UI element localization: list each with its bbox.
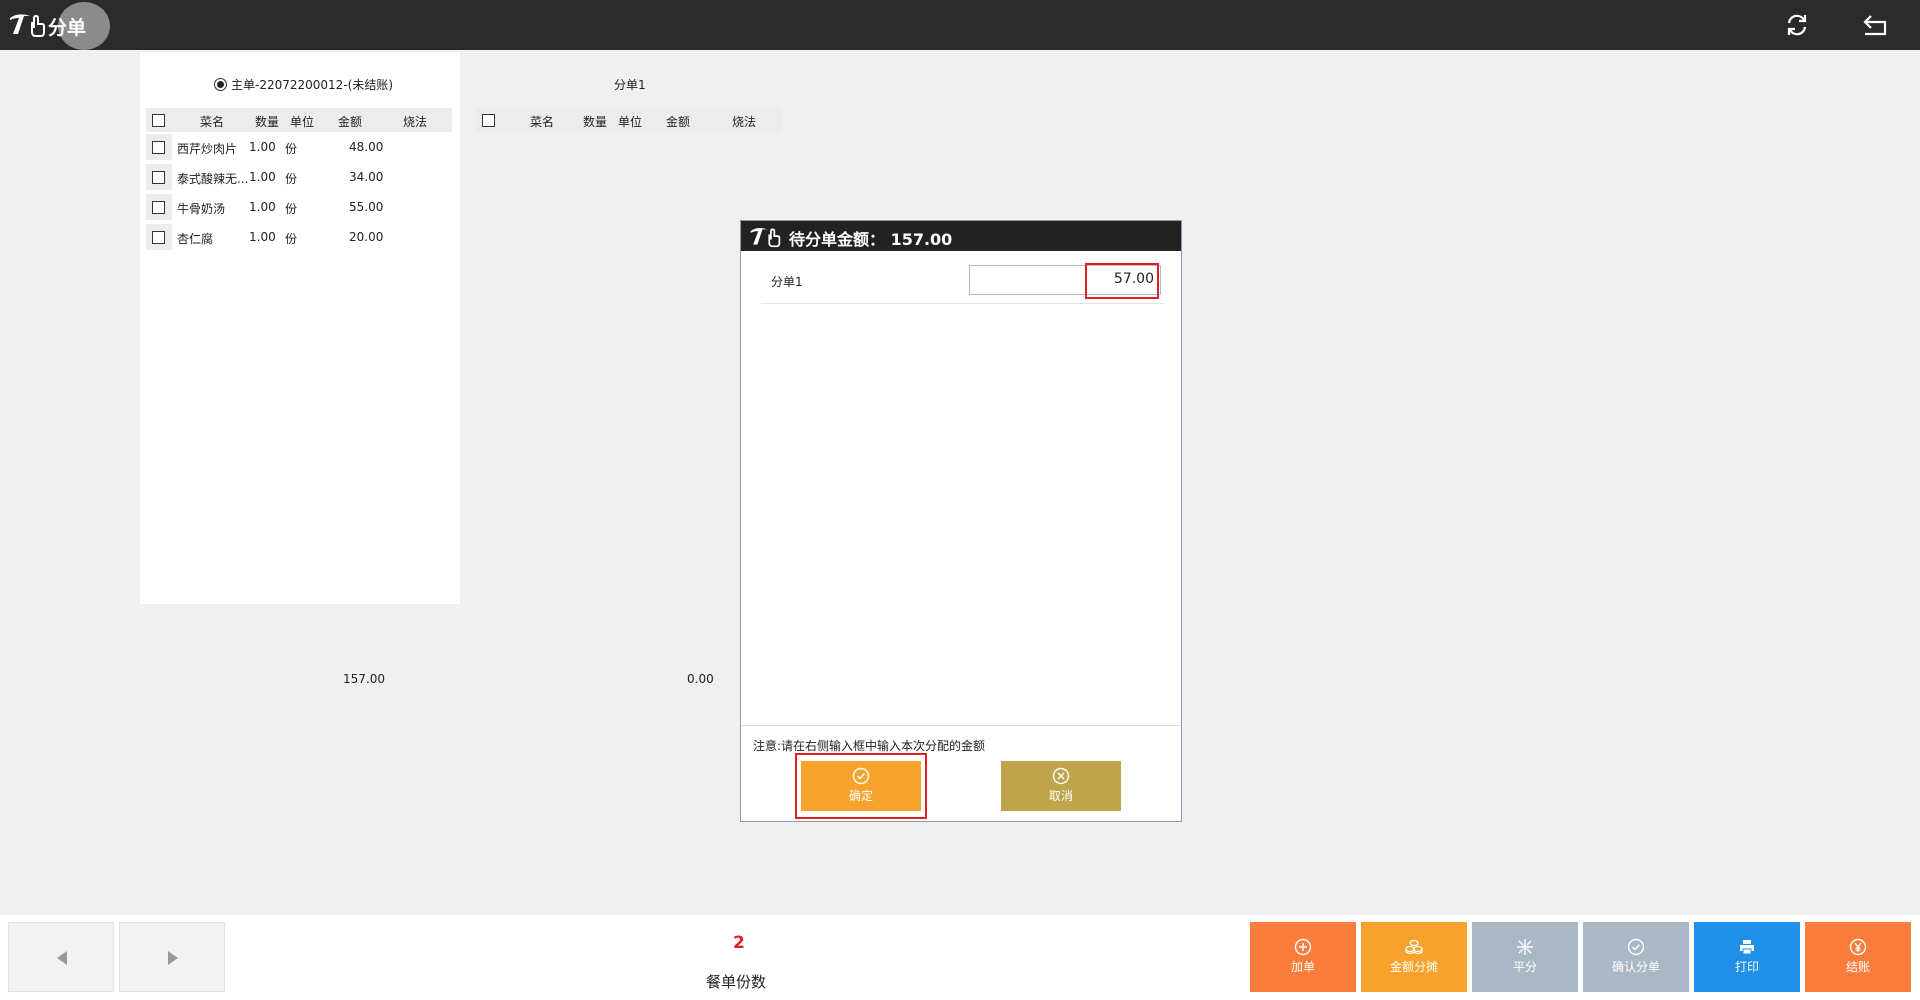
- row-checkbox-cell: [146, 164, 172, 190]
- dish-amount: 34.00: [349, 170, 384, 184]
- col-amount: 金额: [666, 115, 691, 129]
- confirm-split-label: 确认分单: [1611, 960, 1660, 974]
- dish-unit: 份: [285, 202, 298, 216]
- back-icon[interactable]: [1860, 10, 1890, 40]
- amount-split-button[interactable]: 金额分摊: [1361, 922, 1467, 992]
- sub-order-title[interactable]: 分单1: [614, 76, 646, 93]
- yen-circle-icon: [1849, 938, 1867, 956]
- confirm-split-button[interactable]: 确认分单: [1583, 922, 1689, 992]
- top-bar: 分单: [0, 0, 1920, 50]
- dish-amount: 48.00: [349, 140, 384, 154]
- dialog-divider: [741, 725, 1181, 726]
- confirm-highlight-box: [795, 753, 927, 819]
- bottom-bar: 2 餐单份数 加单 金额分摊 平分 确认分单 打印 结账: [0, 915, 1920, 1000]
- check-circle-icon: [1627, 938, 1645, 956]
- table-row[interactable]: 牛骨奶汤 1.00 份 55.00: [140, 192, 460, 222]
- even-split-label: 平分: [1512, 960, 1537, 974]
- amount-split-label: 金额分摊: [1389, 960, 1438, 974]
- col-name: 菜名: [200, 115, 225, 129]
- col-unit: 单位: [290, 115, 315, 129]
- col-method: 烧法: [732, 115, 757, 129]
- row-checkbox-cell: [146, 194, 172, 220]
- row-checkbox[interactable]: [152, 231, 165, 244]
- dish-unit: 份: [285, 172, 298, 186]
- dish-unit: 份: [285, 232, 298, 246]
- main-order-panel: 主单-22072200012-(未结账) 菜名 数量 单位 金额 烧法 西芹炒肉…: [140, 52, 460, 604]
- dish-name: 西芹炒肉片: [177, 142, 238, 156]
- add-order-button[interactable]: 加单: [1250, 922, 1356, 992]
- row-checkbox[interactable]: [152, 171, 165, 184]
- dish-name: 杏仁腐: [177, 232, 214, 246]
- col-amount: 金额: [338, 115, 363, 129]
- main-order-title-text: 主单-22072200012-(未结账): [231, 78, 394, 92]
- row-checkbox-cell: [146, 224, 172, 250]
- refresh-icon[interactable]: [1782, 10, 1812, 40]
- app-logo-icon: [750, 228, 781, 248]
- sub-order-table-header: 菜名 数量 单位 金额 烧法: [476, 108, 782, 132]
- table-row[interactable]: 杏仁腐 1.00 份 20.00: [140, 222, 460, 252]
- row-checkbox[interactable]: [152, 141, 165, 154]
- main-order-total: 157.00: [343, 672, 385, 686]
- add-order-label: 加单: [1290, 960, 1315, 974]
- app-logo-icon: [10, 14, 45, 37]
- close-circle-icon: [1052, 767, 1070, 785]
- dialog-header: 待分单金额： 157.00: [741, 221, 1181, 251]
- dish-qty: 1.00: [249, 230, 276, 244]
- dish-qty: 1.00: [249, 170, 276, 184]
- dish-unit: 份: [285, 142, 298, 156]
- plus-circle-icon: [1294, 938, 1312, 956]
- table-row[interactable]: 泰式酸辣无... 1.00 份 34.00: [140, 162, 460, 192]
- printer-icon: [1740, 940, 1754, 955]
- table-row[interactable]: 西芹炒肉片 1.00 份 48.00: [140, 132, 460, 162]
- row-checkbox-cell: [146, 134, 172, 160]
- prev-button[interactable]: [8, 922, 114, 992]
- checkout-button[interactable]: 结账: [1805, 922, 1911, 992]
- input-highlight-box: [1085, 263, 1159, 299]
- page-title: 分单: [48, 17, 87, 39]
- dish-qty: 1.00: [249, 200, 276, 214]
- split-label: 分单1: [771, 275, 803, 289]
- print-button[interactable]: 打印: [1694, 922, 1800, 992]
- triangle-left-icon: [57, 951, 67, 965]
- main-order-table-header: 菜名 数量 单位 金额 烧法: [146, 108, 452, 132]
- dish-qty: 1.00: [249, 140, 276, 154]
- split-amount-dialog: 待分单金额： 157.00 分单1 57.00 注意:请在右侧输入框中输入本次分…: [740, 220, 1182, 822]
- main-order-title[interactable]: 主单-22072200012-(未结账): [214, 76, 393, 93]
- cancel-button[interactable]: 取消: [1001, 761, 1121, 811]
- order-count-label: 餐单份数: [706, 973, 767, 991]
- even-split-button[interactable]: 平分: [1472, 922, 1578, 992]
- next-button[interactable]: [119, 922, 225, 992]
- sub-order-total: 0.00: [687, 672, 714, 686]
- main-order-radio[interactable]: [214, 78, 227, 91]
- print-label: 打印: [1734, 960, 1759, 974]
- col-qty: 数量: [255, 115, 280, 129]
- col-qty: 数量: [583, 115, 608, 129]
- dish-amount: 20.00: [349, 230, 384, 244]
- main-select-all-checkbox[interactable]: [152, 114, 165, 127]
- row-checkbox[interactable]: [152, 201, 165, 214]
- col-unit: 单位: [618, 115, 643, 129]
- checkout-label: 结账: [1845, 960, 1870, 974]
- dish-name: 牛骨奶汤: [177, 202, 226, 216]
- dialog-title: 待分单金额： 157.00: [789, 230, 953, 249]
- sub-select-all-checkbox[interactable]: [482, 114, 495, 127]
- col-method: 烧法: [403, 115, 428, 129]
- split-arrows-icon: [1517, 939, 1533, 955]
- dialog-note: 注意:请在右侧输入框中输入本次分配的金额: [753, 739, 986, 753]
- order-count-value: 2: [733, 933, 745, 953]
- triangle-right-icon: [168, 951, 178, 965]
- dish-name: 泰式酸辣无...: [177, 172, 249, 186]
- dish-amount: 55.00: [349, 200, 384, 214]
- col-name: 菜名: [530, 115, 555, 129]
- cancel-label: 取消: [1048, 789, 1073, 803]
- coins-icon: [1405, 939, 1423, 955]
